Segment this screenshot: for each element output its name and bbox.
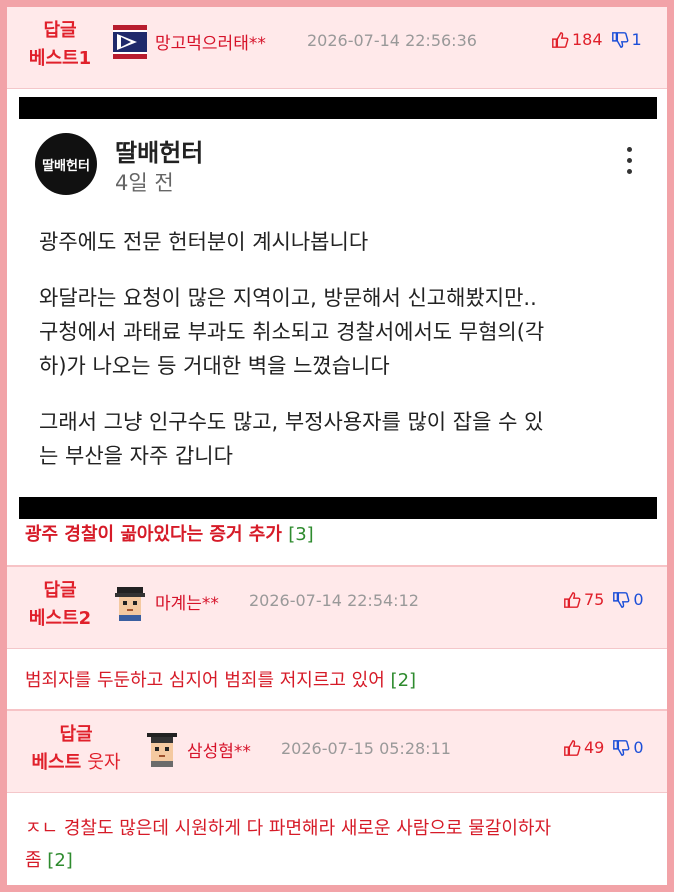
vote-box: 49 0 — [563, 738, 644, 757]
reply-header: 답글 베스트1 망고먹으러태** 2026-07-14 22:56:36 184 — [7, 7, 667, 89]
upvote-button[interactable]: 75 — [563, 590, 604, 609]
upvote-count: 75 — [584, 590, 605, 609]
downvote-button[interactable]: 0 — [612, 738, 644, 757]
embed-profile-avatar: 딸배헌터 — [35, 133, 97, 195]
upvote-button[interactable]: 49 — [563, 738, 604, 757]
embed-paragraph: 그래서 그냥 인구수도 많고, 부정사용자를 많이 잡을 수 있 는 부산을 자… — [39, 410, 544, 468]
vote-box: 75 0 — [563, 590, 644, 609]
nickname-link[interactable]: 마계는** — [155, 589, 219, 614]
reply-header: 답글 베스트 웃자 삼성혐** 2026-07-15 05:28:11 49 0 — [7, 711, 667, 793]
thumbs-down-icon — [611, 31, 629, 48]
embed-time-ago: 4일 전 — [115, 171, 174, 195]
best-badge: 답글 베스트1 — [28, 20, 92, 69]
best-reply-1: 답글 베스트1 망고먹으러태** 2026-07-14 22:56:36 184 — [7, 7, 667, 567]
embed-username: 딸배헌터 — [115, 139, 204, 167]
downvote-button[interactable]: 1 — [611, 30, 642, 49]
best-reply-3: 답글 베스트 웃자 삼성혐** 2026-07-15 05:28:11 49 0… — [7, 711, 667, 885]
avatar[interactable] — [145, 733, 179, 767]
upvote-count: 49 — [584, 738, 605, 757]
post-datetime: 2026-07-14 22:56:36 — [307, 31, 477, 50]
thumbs-up-icon — [552, 31, 569, 48]
best-reply-2: 답글 베스트2 마계는** 2026-07-14 22:54:12 75 0 범… — [7, 567, 667, 709]
nickname-link[interactable]: 삼성혐** — [187, 737, 251, 762]
reply-text[interactable]: ㅈㄴ 경찰도 많은데 시원하게 다 파면해라 새로운 사람으로 물갈이하자 좀 … — [25, 813, 649, 877]
upvote-count: 184 — [572, 30, 603, 49]
post-datetime: 2026-07-14 22:54:12 — [249, 591, 419, 610]
vote-box: 184 1 — [551, 30, 642, 49]
badge-category: 웃자 — [87, 752, 121, 773]
reply-text[interactable]: 광주 경찰이 곪아있다는 증거 추가 [3] — [25, 519, 314, 551]
thumbs-up-icon — [564, 591, 581, 608]
thumbs-up-icon — [564, 739, 581, 756]
embedded-screenshot: 딸배헌터 딸배헌터 4일 전 광주에도 전문 헌터분이 계시나봅니다 와달라는 … — [19, 97, 657, 519]
comment-count[interactable]: [2] — [391, 670, 417, 691]
best-badge: 답글 베스트 웃자 — [31, 724, 121, 773]
kebab-menu-icon — [627, 147, 633, 180]
comment-count[interactable]: [2] — [47, 850, 73, 871]
black-bar-top — [19, 97, 657, 119]
reply-text[interactable]: 범죄자를 두둔하고 심지어 범죄를 저지르고 있어 [2] — [25, 665, 416, 697]
thumbs-down-icon — [613, 591, 630, 608]
avatar[interactable] — [113, 25, 147, 59]
black-bar-bottom — [19, 497, 657, 519]
comment-count[interactable]: [3] — [288, 524, 314, 545]
thumbs-down-icon — [613, 739, 630, 756]
post-datetime: 2026-07-15 05:28:11 — [281, 739, 451, 758]
embed-paragraph: 광주에도 전문 헌터분이 계시나봅니다 — [39, 230, 369, 254]
reply-header: 답글 베스트2 마계는** 2026-07-14 22:54:12 75 0 — [7, 567, 667, 649]
downvote-count: 0 — [633, 738, 644, 757]
best-badge: 답글 베스트2 — [28, 580, 92, 629]
embed-post-body: 광주에도 전문 헌터분이 계시나봅니다 와달라는 요청이 많은 지역이고, 방문… — [39, 225, 639, 495]
downvote-count: 0 — [633, 590, 644, 609]
embed-paragraph: 와달라는 요청이 많은 지역이고, 방문해서 신고해봤지만.. 구청에서 과태료… — [39, 286, 545, 378]
downvote-button[interactable]: 0 — [612, 590, 644, 609]
nickname-link[interactable]: 망고먹으러태** — [155, 29, 266, 54]
upvote-button[interactable]: 184 — [551, 30, 603, 49]
downvote-count: 1 — [631, 30, 642, 49]
avatar[interactable] — [113, 587, 147, 621]
comment-list: 답글 베스트1 망고먹으러태** 2026-07-14 22:56:36 184 — [7, 7, 667, 885]
